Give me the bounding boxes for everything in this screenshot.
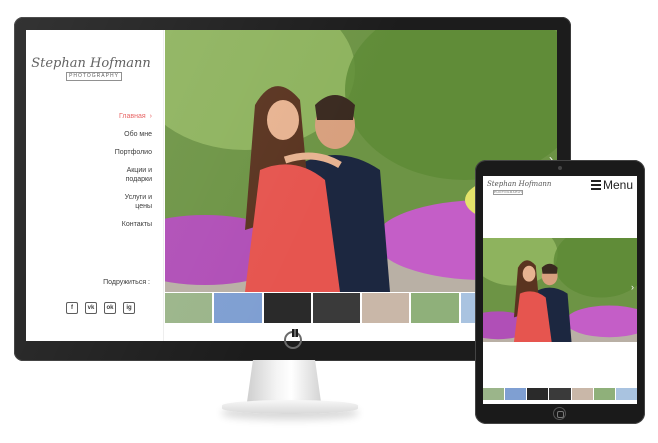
monitor-base xyxy=(222,400,358,414)
nav-item-portfolio[interactable]: Портфолио xyxy=(26,148,152,157)
nav-item-promotions[interactable]: Акции и подарки xyxy=(26,166,152,184)
nav-item-label-line2: подарки xyxy=(125,176,152,183)
monitor-stand xyxy=(247,360,321,402)
thumbnail[interactable] xyxy=(214,293,262,323)
thumbnail[interactable] xyxy=(571,388,593,400)
nav-item-about[interactable]: Обо мне xyxy=(26,130,152,139)
facebook-icon[interactable]: f xyxy=(66,302,78,314)
share-label: Подружиться : xyxy=(103,279,150,286)
thumbnail[interactable] xyxy=(615,388,637,400)
site-logo[interactable]: Stephan Hofmann xyxy=(487,180,551,188)
odnoklassniki-icon[interactable]: ok xyxy=(104,302,116,314)
nav-item-label-line2: цены xyxy=(135,203,152,210)
thumbnail[interactable] xyxy=(362,293,410,323)
tablet-device: Stephan Hofmann PHOTOGRAPHY Menu › xyxy=(475,160,645,424)
thumbnail[interactable] xyxy=(312,293,360,323)
vk-icon[interactable]: vk xyxy=(85,302,97,314)
site-logo-subtitle: PHOTOGRAPHY xyxy=(66,72,122,81)
nav-item-label: Контакты xyxy=(121,221,152,228)
hero-slider[interactable]: › xyxy=(483,238,637,342)
slider-next-icon[interactable]: › xyxy=(631,282,634,292)
chevron-right-icon: › xyxy=(149,113,152,120)
home-button-icon xyxy=(553,407,566,420)
hero-photo xyxy=(483,238,637,342)
nav-item-label-line1: Услуги и xyxy=(124,194,152,201)
main-nav: Главная › Обо мне Портфолио Акции и подар… xyxy=(26,112,152,238)
site-logo[interactable]: Stephan Hofmann xyxy=(26,56,156,71)
thumbnail[interactable] xyxy=(527,388,549,400)
tablet-screen: Stephan Hofmann PHOTOGRAPHY Menu › xyxy=(483,176,637,404)
thumbnail-strip xyxy=(483,388,637,400)
hamburger-icon xyxy=(590,180,601,190)
thumbnail[interactable] xyxy=(549,388,571,400)
nav-item-label: Главная xyxy=(119,113,146,120)
power-icon xyxy=(284,329,302,349)
nav-item-home[interactable]: Главная › xyxy=(26,112,152,121)
nav-item-contacts[interactable]: Контакты xyxy=(26,220,152,229)
nav-item-label-line1: Акции и xyxy=(126,167,152,174)
thumbnail[interactable] xyxy=(411,293,459,323)
menu-label: Menu xyxy=(602,178,633,192)
site-logo-subtitle: PHOTOGRAPHY xyxy=(493,190,523,195)
camera-icon xyxy=(558,166,562,170)
nav-item-label: Портфолио xyxy=(114,149,152,156)
nav-item-services[interactable]: Услуги и цены xyxy=(26,193,152,211)
sidebar: Stephan Hofmann PHOTOGRAPHY Главная › Обо… xyxy=(26,30,164,341)
thumbnail[interactable] xyxy=(263,293,311,323)
thumbnail[interactable] xyxy=(483,388,505,400)
instagram-icon[interactable]: ig xyxy=(123,302,135,314)
nav-item-label: Обо мне xyxy=(124,131,152,138)
social-links: f vk ok ig xyxy=(66,302,135,314)
thumbnail[interactable] xyxy=(505,388,527,400)
menu-button[interactable]: Menu xyxy=(590,178,633,192)
thumbnail[interactable] xyxy=(593,388,615,400)
thumbnail[interactable] xyxy=(165,293,213,323)
